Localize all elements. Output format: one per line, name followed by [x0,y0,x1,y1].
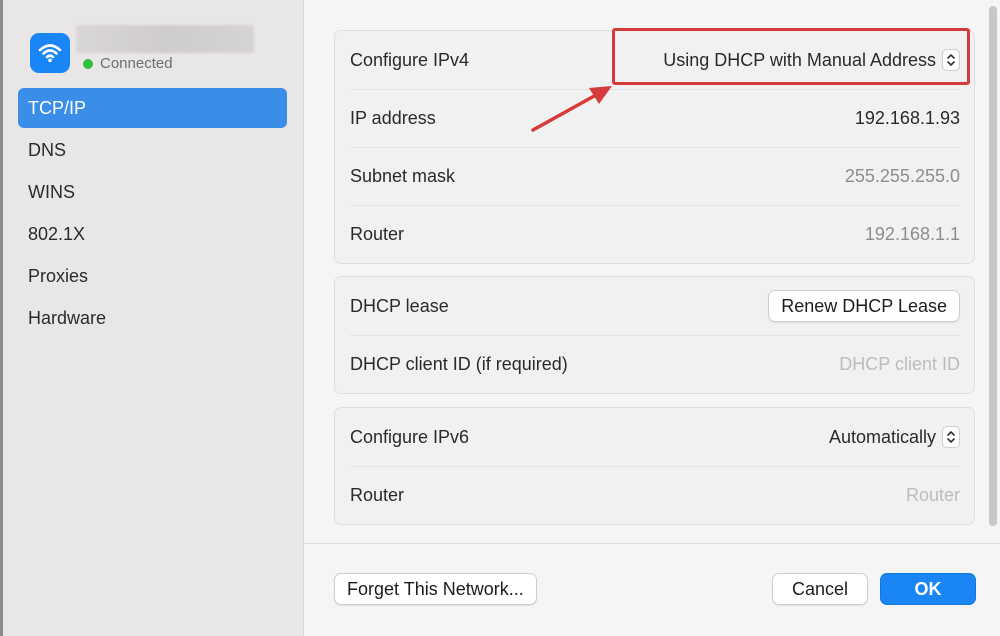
sidebar-nav: TCP/IP DNS WINS 802.1X Proxies Hardware [18,88,287,340]
scrollbar[interactable] [989,6,997,526]
status-dot-icon [83,58,93,69]
router-value: 192.168.1.1 [864,223,960,244]
ipv6-router-row: Router Router [335,466,974,524]
ipv6-group: Configure IPv6 Automatically Router Rout… [334,407,975,525]
configure-ipv6-row: Configure IPv6 Automatically [335,408,974,466]
configure-ipv4-row: Configure IPv4 Using DHCP with Manual Ad… [335,31,974,89]
renew-dhcp-lease-button[interactable]: Renew DHCP Lease [768,290,960,322]
ip-address-row: IP address 192.168.1.93 [335,89,974,147]
subnet-mask-row: Subnet mask 255.255.255.0 [335,147,974,205]
cancel-button[interactable]: Cancel [772,573,868,605]
ipv4-group: Configure IPv4 Using DHCP with Manual Ad… [334,30,975,264]
sidebar-item-8021x[interactable]: 802.1X [18,214,287,254]
ipv6-router-label: Router [350,484,405,505]
network-name-redacted [76,25,254,53]
configure-ipv4-popup[interactable]: Using DHCP with Manual Address [663,49,960,71]
configure-ipv6-popup[interactable]: Automatically [829,426,960,448]
ip-address-label: IP address [350,107,436,128]
sidebar-item-dns[interactable]: DNS [18,130,287,170]
main-content: Configure IPv4 Using DHCP with Manual Ad… [304,0,1000,636]
dhcp-lease-label: DHCP lease [350,295,449,316]
dhcp-client-id-label: DHCP client ID (if required) [350,353,568,374]
configure-ipv6-value: Automatically [828,426,936,447]
configure-ipv4-label: Configure IPv4 [350,49,470,70]
sidebar: Connected TCP/IP DNS WINS 802.1X Proxies… [3,0,304,636]
status-text: Connected [100,55,173,72]
network-header: Connected [30,25,290,80]
ok-button[interactable]: OK [880,573,976,605]
sidebar-item-proxies[interactable]: Proxies [18,256,287,296]
sidebar-item-hardware[interactable]: Hardware [18,298,287,338]
dhcp-group: DHCP lease Renew DHCP Lease DHCP client … [334,276,975,394]
dhcp-client-id-row: DHCP client ID (if required) DHCP client… [335,335,974,393]
wifi-icon [30,33,70,73]
subnet-mask-value: 255.255.255.0 [844,165,960,186]
router-row: Router 192.168.1.1 [335,205,974,263]
network-details-window: Connected TCP/IP DNS WINS 802.1X Proxies… [3,0,1000,636]
ip-address-field[interactable]: 192.168.1.93 [855,108,960,129]
settings-scroll-area[interactable]: Configure IPv4 Using DHCP with Manual Ad… [304,0,1000,544]
configure-ipv4-value: Using DHCP with Manual Address [663,49,936,70]
subnet-mask-label: Subnet mask [350,165,456,186]
sidebar-item-tcpip[interactable]: TCP/IP [18,88,287,128]
router-label: Router [350,223,405,244]
chevron-up-down-icon [942,426,960,448]
sidebar-item-wins[interactable]: WINS [18,172,287,212]
connection-status: Connected [83,55,173,72]
chevron-up-down-icon [942,49,960,71]
dhcp-lease-row: DHCP lease Renew DHCP Lease [335,277,974,335]
ipv6-router-field[interactable]: Router [906,485,960,506]
dhcp-client-id-field[interactable]: DHCP client ID [839,354,960,375]
forget-network-button[interactable]: Forget This Network... [334,573,537,605]
configure-ipv6-label: Configure IPv6 [350,426,470,447]
